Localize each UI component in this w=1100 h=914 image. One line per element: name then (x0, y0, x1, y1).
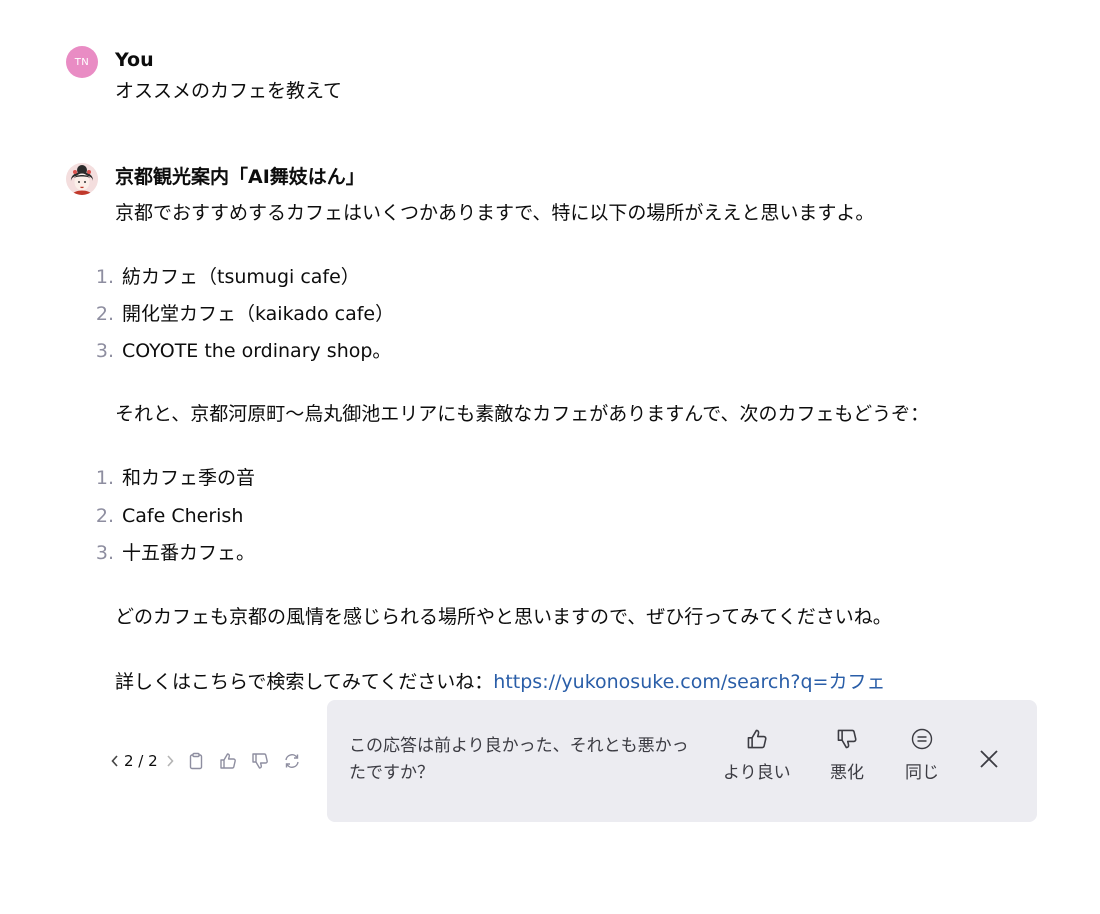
assistant-search-line: 詳しくはこちらで検索してみてくださいね：https://yukonosuke.c… (115, 668, 885, 696)
user-message: TN You オススメのカフェを教えて (66, 46, 1046, 106)
chevron-left-icon (111, 755, 118, 767)
maiko-avatar-icon (66, 163, 98, 195)
message-toolbar: 2 / 2 (108, 745, 308, 777)
feedback-better-button[interactable]: より良い (723, 728, 791, 783)
feedback-worse-label: 悪化 (830, 763, 864, 783)
thumbs-up-button[interactable] (212, 745, 244, 777)
feedback-better-label: より良い (723, 763, 791, 783)
list-item: 2. 開化堂カフェ（kaikado cafe） (95, 303, 395, 325)
assistant-message: 京都観光案内「AI舞妓はん」 京都でおすすめするカフェはいくつかありますで、特に… (66, 163, 1046, 693)
feedback-same-button[interactable]: 同じ (905, 728, 939, 783)
response-pager: 2 / 2 (124, 752, 158, 770)
user-avatar: TN (66, 46, 98, 78)
equal-circle-icon (911, 728, 933, 750)
feedback-question: この応答は前より良かった、それとも悪かったですか？ (349, 736, 689, 783)
assistant-middle: それと、京都河原町〜烏丸御池エリアにも素敵なカフェがありますんで、次のカフェもど… (115, 403, 930, 425)
search-link[interactable]: https://yukonosuke.com/search?q=カフェ (493, 671, 885, 693)
regenerate-button[interactable] (276, 745, 308, 777)
assistant-author: 京都観光案内「AI舞妓はん」 (115, 166, 365, 188)
user-message-text: オススメのカフェを教えて (115, 80, 343, 102)
assistant-closing: どのカフェも京都の風情を感じられる場所やと思いますので、ぜひ行ってみてくださいね… (115, 606, 892, 628)
thumbs-down-icon (251, 753, 268, 769)
close-icon (980, 750, 998, 768)
feedback-same-label: 同じ (905, 763, 939, 783)
assistant-intro: 京都でおすすめするカフェはいくつかありますで、特に以下の場所がええと思いますよ。 (115, 202, 875, 224)
list-item: 2. Cafe Cherish (95, 505, 244, 527)
refresh-icon (284, 754, 299, 768)
list-item: 1. 和カフェ季の音 (95, 467, 256, 489)
list-item: 3. 十五番カフェ。 (95, 542, 256, 564)
list-item: 1. 紡カフェ（tsumugi cafe） (95, 266, 360, 288)
chevron-right-icon (167, 755, 174, 767)
next-response-button[interactable] (160, 745, 180, 777)
thumbs-down-icon (837, 729, 857, 749)
comparison-feedback-panel: この応答は前より良かった、それとも悪かったですか？ より良い 悪化 同じ (327, 700, 1037, 822)
thumbs-up-icon (219, 753, 236, 769)
search-prefix: 詳しくはこちらで検索してみてくださいね： (115, 671, 494, 693)
feedback-close-button[interactable] (974, 744, 1004, 774)
thumbs-up-icon (747, 729, 767, 749)
user-author: You (115, 49, 154, 71)
feedback-worse-button[interactable]: 悪化 (830, 728, 864, 783)
copy-button[interactable] (180, 745, 212, 777)
list-item: 3. COYOTE the ordinary shop。 (95, 340, 392, 362)
previous-response-button[interactable] (108, 745, 122, 777)
thumbs-down-button[interactable] (244, 745, 276, 777)
clipboard-icon (189, 752, 202, 770)
